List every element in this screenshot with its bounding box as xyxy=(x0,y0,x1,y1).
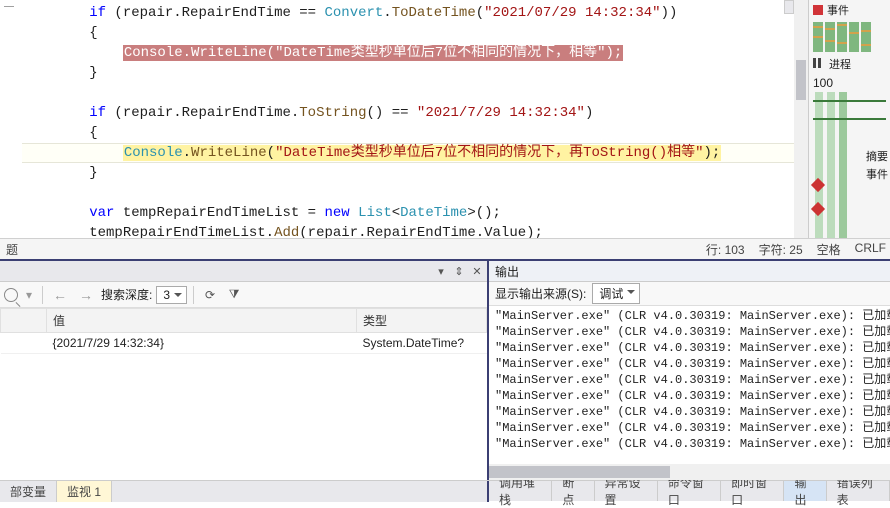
col-type[interactable]: 类型 xyxy=(357,309,487,333)
tabs-left: 部变量监视 1 xyxy=(0,481,489,502)
watch-table[interactable]: 值 类型 {2021/7/29 14:32:34} System.DateTim… xyxy=(0,308,487,354)
diag-error-icon xyxy=(813,5,823,15)
search-icon[interactable] xyxy=(4,288,18,302)
output-line: "MainServer.exe" (CLR v4.0.30319: MainSe… xyxy=(495,372,890,388)
depth-label: 搜索深度: xyxy=(101,286,152,303)
col-name[interactable] xyxy=(1,309,47,333)
table-row[interactable]: {2021/7/29 14:32:34} System.DateTime? xyxy=(1,333,487,354)
pin-icon[interactable]: ⇕ xyxy=(451,263,467,279)
tab-断点[interactable]: 断点 xyxy=(552,481,594,501)
output-title: 输出 xyxy=(495,263,519,280)
output-line: "MainServer.exe" (CLR v4.0.30319: MainSe… xyxy=(495,404,890,420)
diag-proc-label: 进程 xyxy=(829,56,851,72)
depth-combo[interactable]: 3 xyxy=(156,286,187,304)
window-menu-icon[interactable]: ▾ xyxy=(433,263,449,279)
tab-命令窗口[interactable]: 命令窗口 xyxy=(658,481,721,501)
output-src-combo[interactable]: 调试 xyxy=(592,283,640,304)
code-lines: if (repair.RepairEndTime == Convert.ToDa… xyxy=(22,0,794,259)
output-src-label: 显示输出来源(S): xyxy=(495,285,586,302)
output-line: "MainServer.exe" (CLR v4.0.30319: MainSe… xyxy=(495,388,890,404)
filter-icon[interactable]: ⧩ xyxy=(224,285,244,305)
nav-back-icon[interactable]: ← xyxy=(49,287,71,303)
watch-panel: ▾ ⇕ ✕ ▾ ← → 搜索深度: 3 ⟳ ⧩ xyxy=(0,261,489,480)
editor-statusbar: 题 行: 103 字符: 25 空格 CRLF xyxy=(0,238,890,259)
tab-错误列表[interactable]: 错误列表 xyxy=(827,481,890,501)
status-crlf: CRLF xyxy=(855,241,886,258)
tool-icon[interactable]: ⟳ xyxy=(200,285,220,305)
output-line: "MainServer.exe" (CLR v4.0.30319: MainSe… xyxy=(495,324,890,340)
output-line: "MainServer.exe" (CLR v4.0.30319: MainSe… xyxy=(495,436,890,452)
output-panel: 输出 显示输出来源(S): 调试 "MainServer.exe" (CLR v… xyxy=(489,261,890,480)
tab-调用堆栈[interactable]: 调用堆栈 xyxy=(489,481,552,501)
diagnostics-panel: 事件 进程 100 摘要 事件 xyxy=(808,0,890,259)
gutter xyxy=(0,0,22,259)
status-col: 字符: 25 xyxy=(759,241,803,258)
diag-evt2-label: 事件 xyxy=(866,166,888,184)
output-line: "MainServer.exe" (CLR v4.0.30319: MainSe… xyxy=(495,308,890,324)
tab-输出[interactable]: 输出 xyxy=(784,481,826,501)
output-line: "MainServer.exe" (CLR v4.0.30319: MainSe… xyxy=(495,356,890,372)
code-editor[interactable]: if (repair.RepairEndTime == Convert.ToDa… xyxy=(0,0,808,259)
tab-部变量[interactable]: 部变量 xyxy=(0,481,57,502)
diag-events-label: 事件 xyxy=(827,2,849,18)
nav-fwd-icon[interactable]: → xyxy=(75,287,97,303)
tab-异常设置[interactable]: 异常设置 xyxy=(595,481,658,501)
status-title: 题 xyxy=(0,241,24,258)
editor-vscroll[interactable] xyxy=(794,0,808,259)
output-body[interactable]: "MainServer.exe" (CLR v4.0.30319: MainSe… xyxy=(489,306,890,464)
diag-number: 100 xyxy=(813,76,833,90)
tab-监视 1[interactable]: 监视 1 xyxy=(57,481,112,502)
output-line: "MainServer.exe" (CLR v4.0.30319: MainSe… xyxy=(495,340,890,356)
status-line: 行: 103 xyxy=(706,241,745,258)
col-value[interactable]: 值 xyxy=(47,309,357,333)
close-icon[interactable]: ✕ xyxy=(469,263,485,279)
watch-titlebar: ▾ ⇕ ✕ xyxy=(0,261,487,282)
diag-summary-label: 摘要 xyxy=(866,148,888,166)
output-hscroll[interactable]: ◄► xyxy=(489,464,890,480)
pause-icon[interactable] xyxy=(813,58,825,70)
status-ins: 空格 xyxy=(817,241,841,258)
tabs-right: 调用堆栈断点异常设置命令窗口即时窗口输出错误列表 xyxy=(489,481,890,501)
output-line: "MainServer.exe" (CLR v4.0.30319: MainSe… xyxy=(495,420,890,436)
tab-即时窗口[interactable]: 即时窗口 xyxy=(721,481,784,501)
